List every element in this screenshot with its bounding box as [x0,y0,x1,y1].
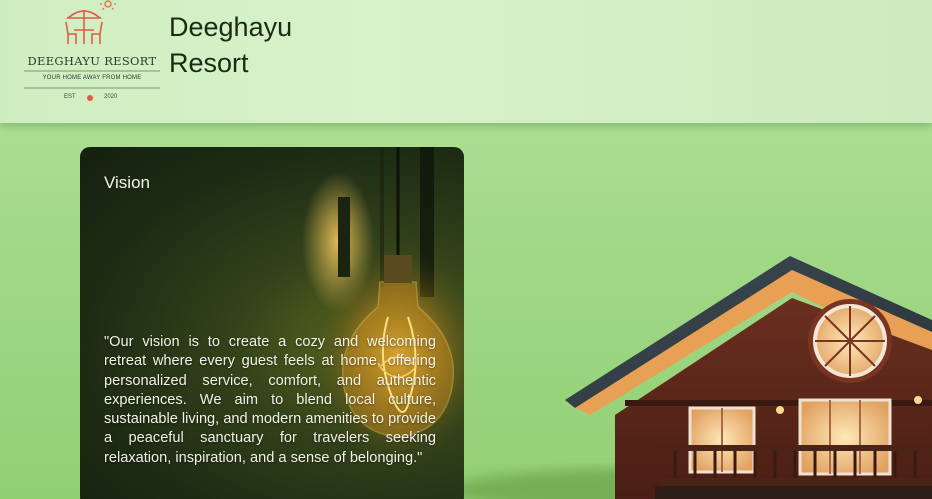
logo-year: 2020 [104,94,118,100]
resort-logo[interactable]: DEEGHAYU RESORT YOUR HOME AWAY FROM HOME… [24,0,160,106]
logo-est-label: EST [64,94,76,100]
site-header: DEEGHAYU RESORT YOUR HOME AWAY FROM HOME… [0,0,932,123]
resort-house-illustration [450,256,932,499]
brand-title[interactable]: Deeghayu Resort [169,9,339,81]
vision-text: "Our vision is to create a cozy and welc… [104,334,436,466]
logo-dot [87,95,93,101]
vision-card: Vision "Our vision is to create a cozy a… [80,147,464,499]
logo-tagline: YOUR HOME AWAY FROM HOME [42,75,142,81]
logo-divider-lines [24,70,160,89]
vision-title: Vision [104,173,150,192]
